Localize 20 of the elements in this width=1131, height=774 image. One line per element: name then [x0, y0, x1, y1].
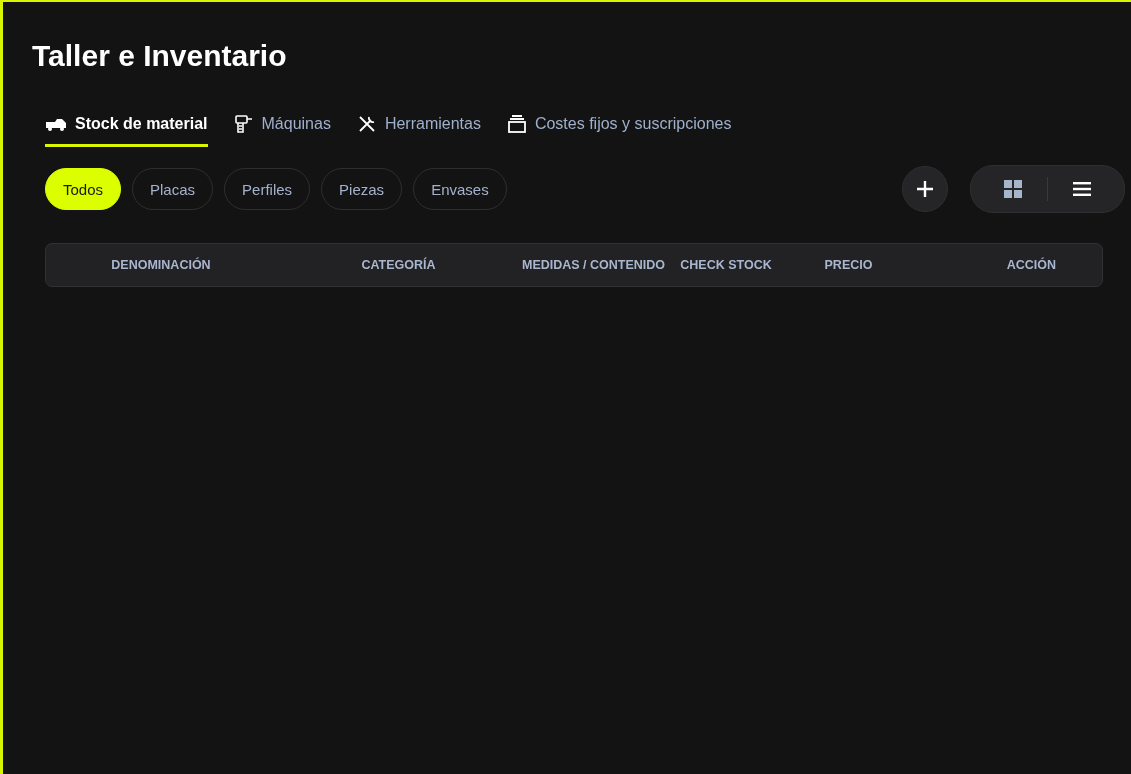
tab[interactable]: Herramientas	[356, 114, 481, 147]
filter-chip[interactable]: Todos	[45, 168, 122, 210]
tab[interactable]: Stock de material	[45, 114, 208, 147]
page-title: Taller e Inventario	[32, 38, 288, 74]
column-header: MEDIDAS / CONTENIDO	[521, 258, 666, 272]
tab[interactable]: Costes fijos y suscripciones	[506, 114, 732, 147]
tools-icon	[356, 114, 377, 134]
column-header: PRECIO	[823, 258, 874, 272]
grid-icon	[1004, 180, 1022, 198]
truck-icon	[45, 117, 67, 131]
plus-icon	[916, 180, 934, 198]
list-icon	[1073, 182, 1091, 196]
column-header: ACCIÓN	[1005, 258, 1057, 272]
column-header: CATEGORÍA	[360, 258, 437, 272]
drill-icon	[233, 114, 254, 134]
column-header: DENOMINACIÓN	[110, 258, 212, 272]
stack-icon	[506, 114, 527, 134]
tab[interactable]: Máquinas	[233, 114, 331, 147]
add-button[interactable]	[902, 166, 948, 212]
column-header: CHECK STOCK	[679, 258, 773, 272]
